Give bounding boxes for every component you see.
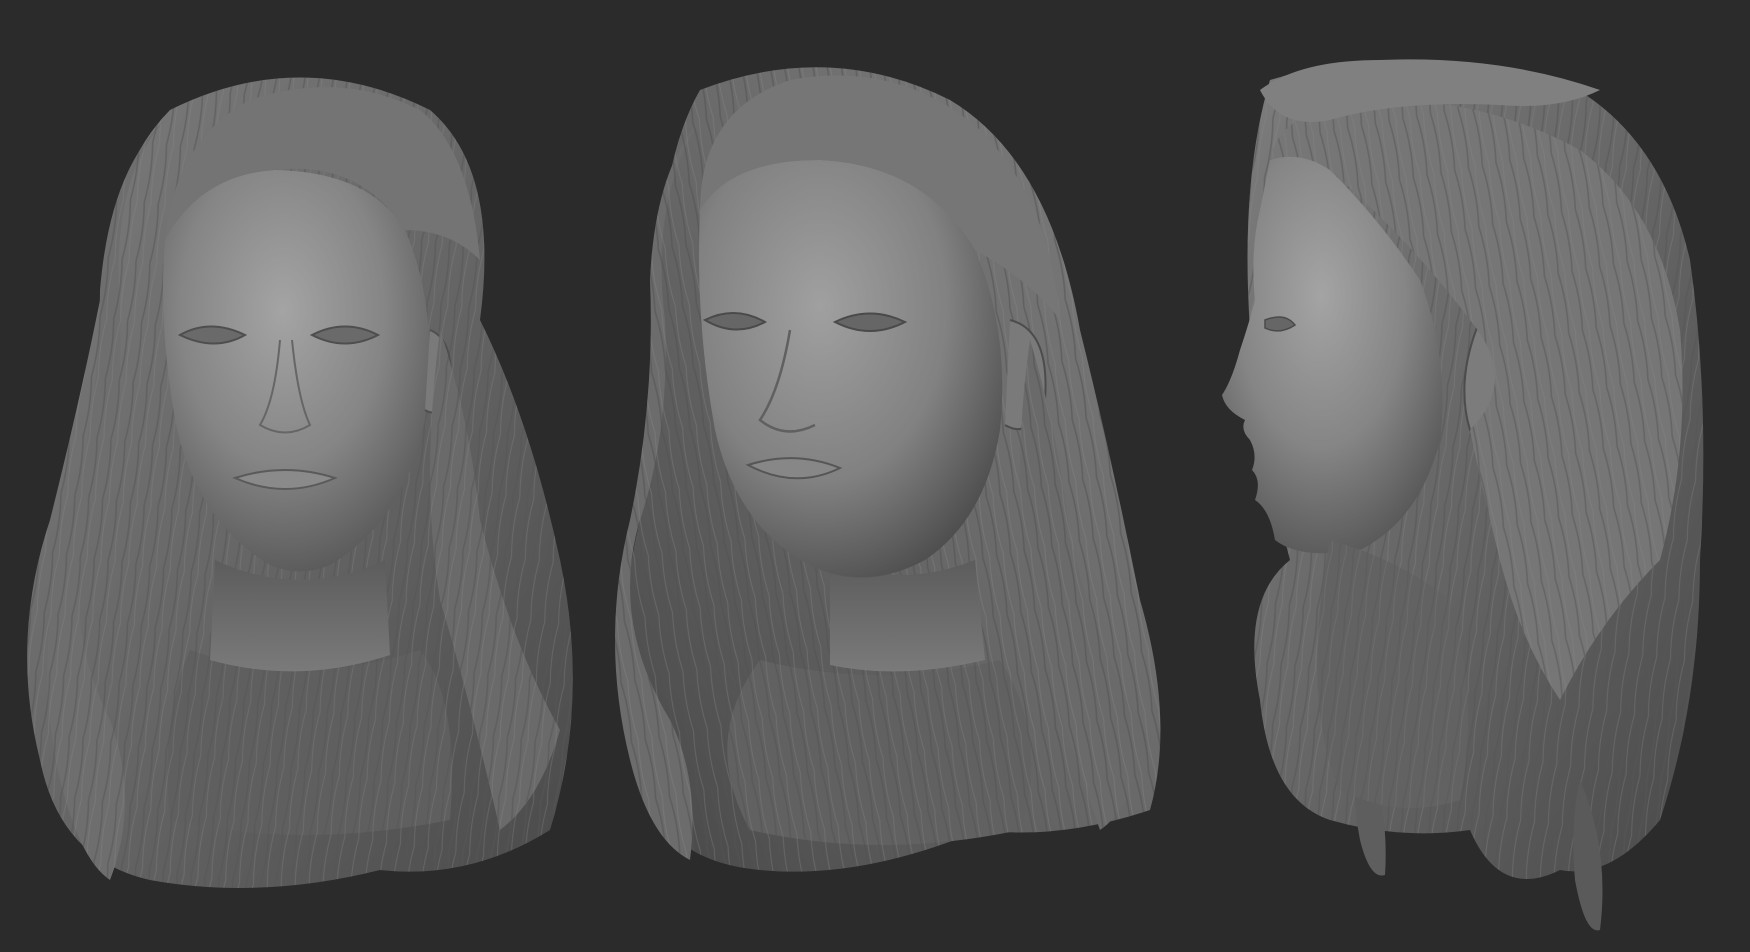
head-three-quarter-view xyxy=(615,67,1161,872)
head-profile-view xyxy=(1222,59,1704,931)
sculpt-render xyxy=(27,59,1704,931)
sculpt-viewport xyxy=(0,0,1750,952)
head-front-view xyxy=(27,77,573,888)
